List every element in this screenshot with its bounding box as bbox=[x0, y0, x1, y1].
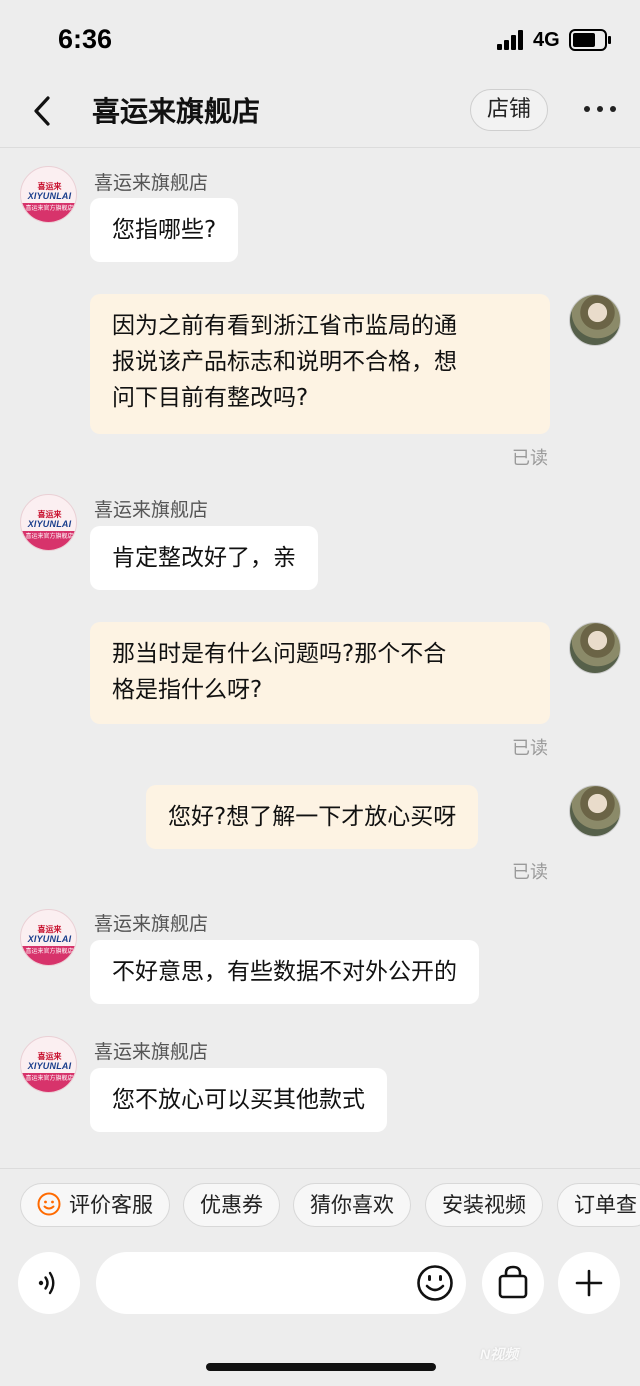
input-row bbox=[0, 1242, 640, 1332]
smile-icon bbox=[37, 1192, 61, 1216]
watermark: N视频 bbox=[480, 1346, 519, 1362]
quick-reply-bar[interactable]: 评价客服 优惠券 猜你喜欢 安装视频 订单查 bbox=[0, 1168, 640, 1242]
plus-button[interactable] bbox=[558, 1252, 620, 1314]
message-bubble-user[interactable]: 因为之前有看到浙江省市监局的通 报说该产品标志和说明不合格，想 问下目前有整改吗… bbox=[90, 294, 550, 434]
page-title: 喜运来旗舰店 bbox=[92, 95, 261, 128]
quick-reply-coupon[interactable]: 优惠券 bbox=[183, 1183, 280, 1227]
user-avatar[interactable] bbox=[569, 785, 621, 837]
nav-bar: 喜运来旗舰店 店铺 bbox=[0, 80, 640, 148]
network-label: 4G bbox=[533, 29, 560, 51]
sender-name: 喜运来旗舰店 bbox=[94, 1041, 209, 1063]
shop-avatar[interactable]: 喜运来 XIYUNLAI 喜运来官方旗舰店 bbox=[20, 909, 77, 966]
read-status: 已读 bbox=[512, 862, 548, 883]
shopping-bag-button[interactable] bbox=[482, 1252, 544, 1314]
quick-reply-recommend[interactable]: 猜你喜欢 bbox=[293, 1183, 411, 1227]
more-horizontal-icon[interactable] bbox=[582, 104, 618, 116]
message-bubble-user[interactable]: 那当时是有什么问题吗?那个不合 格是指什么呀? bbox=[90, 622, 550, 724]
plus-icon bbox=[575, 1269, 603, 1297]
read-status: 已读 bbox=[512, 448, 548, 469]
chat-area[interactable]: 喜运来 XIYUNLAI 喜运来官方旗舰店 喜运来旗舰店 您指哪些? 因为之前有… bbox=[0, 148, 640, 1168]
shop-avatar[interactable]: 喜运来 XIYUNLAI 喜运来官方旗舰店 bbox=[20, 494, 77, 551]
quick-reply-rate-service[interactable]: 评价客服 bbox=[20, 1183, 170, 1227]
battery-icon bbox=[569, 29, 611, 51]
status-time: 6:36 bbox=[58, 24, 113, 54]
message-bubble-shop[interactable]: 您指哪些? bbox=[90, 198, 239, 262]
quick-reply-order[interactable]: 订单查 bbox=[557, 1183, 640, 1227]
read-status: 已读 bbox=[512, 738, 548, 759]
emoji-icon[interactable] bbox=[416, 1264, 454, 1302]
message-bubble-shop[interactable]: 不好意思，有些数据不对外公开的 bbox=[90, 940, 479, 1004]
sender-name: 喜运来旗舰店 bbox=[94, 499, 209, 521]
shop-avatar[interactable]: 喜运来 XIYUNLAI 喜运来官方旗舰店 bbox=[20, 166, 77, 223]
message-bubble-shop[interactable]: 肯定整改好了，亲 bbox=[90, 526, 318, 590]
home-indicator[interactable] bbox=[206, 1363, 436, 1371]
user-avatar[interactable] bbox=[569, 294, 621, 346]
signal-icon bbox=[497, 30, 523, 50]
status-bar: 6:36 4G bbox=[0, 0, 640, 80]
voice-icon bbox=[38, 1271, 55, 1295]
sender-name: 喜运来旗舰店 bbox=[94, 172, 209, 194]
user-avatar[interactable] bbox=[569, 622, 621, 674]
message-bubble-user[interactable]: 您好?想了解一下才放心买呀 bbox=[146, 785, 479, 849]
voice-button[interactable] bbox=[18, 1252, 80, 1314]
message-bubble-shop[interactable]: 您不放心可以买其他款式 bbox=[90, 1068, 387, 1132]
sender-name: 喜运来旗舰店 bbox=[94, 913, 209, 935]
shop-avatar[interactable]: 喜运来 XIYUNLAI 喜运来官方旗舰店 bbox=[20, 1036, 77, 1093]
quick-reply-install-video[interactable]: 安装视频 bbox=[425, 1183, 543, 1227]
message-input[interactable] bbox=[96, 1252, 466, 1314]
store-button[interactable]: 店铺 bbox=[470, 89, 548, 131]
shopping-bag-icon bbox=[498, 1265, 528, 1299]
chevron-left-icon[interactable] bbox=[28, 94, 58, 128]
